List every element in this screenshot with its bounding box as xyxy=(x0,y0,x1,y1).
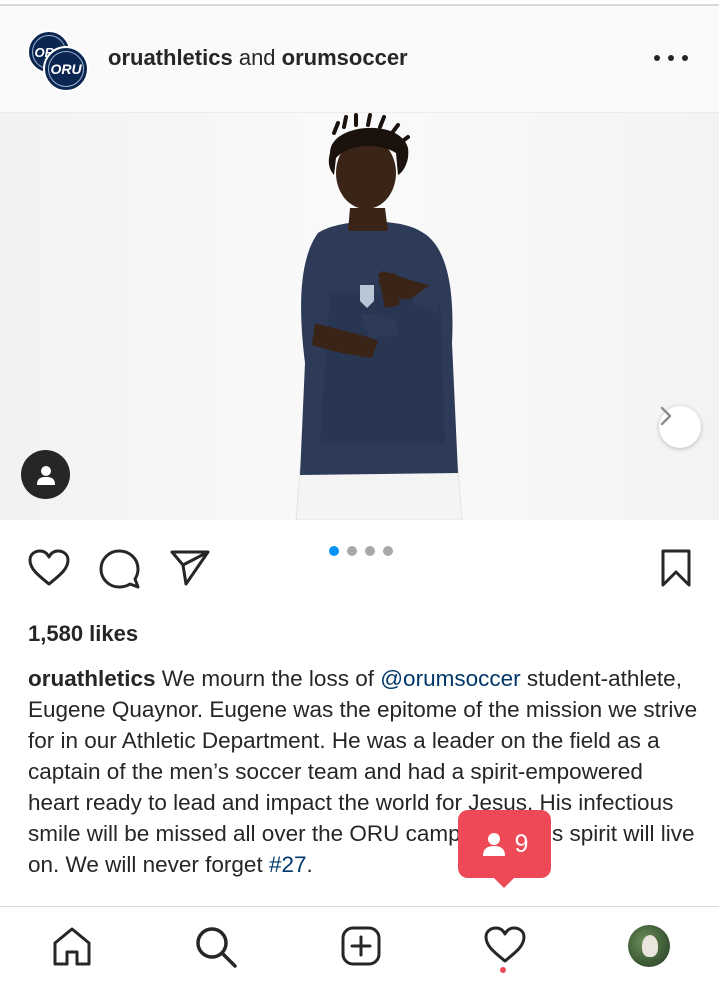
person-icon xyxy=(482,833,505,856)
activity-heart-icon xyxy=(484,926,526,963)
home-icon xyxy=(53,927,91,966)
post-image[interactable] xyxy=(0,113,719,520)
caption-username[interactable]: oruathletics xyxy=(28,666,156,691)
collab-avatars[interactable]: ORU ORU xyxy=(27,30,89,92)
carousel-dot xyxy=(365,546,375,556)
carousel-indicator xyxy=(329,546,393,556)
share-button[interactable] xyxy=(168,547,212,587)
post-caption: oruathletics We mourn the loss of @orums… xyxy=(28,663,698,880)
person-icon xyxy=(36,465,55,485)
caption-text: student-athlete, Eugene Quaynor. Eugene … xyxy=(28,666,698,877)
search-icon xyxy=(196,927,237,968)
nav-profile-avatar[interactable] xyxy=(628,925,670,967)
heart-icon xyxy=(28,549,70,586)
author-connector: and xyxy=(238,45,276,70)
post-authors: oruathletics and orumsoccer xyxy=(108,44,408,72)
chevron-right-icon xyxy=(660,406,672,426)
caption-mention[interactable]: @orumsoccer xyxy=(380,666,520,691)
save-button[interactable] xyxy=(656,547,696,589)
more-options-button[interactable] xyxy=(654,48,688,68)
notification-count: 9 xyxy=(514,829,529,858)
bookmark-icon xyxy=(661,549,691,587)
more-dot xyxy=(668,55,674,61)
caption-hashtag[interactable]: #27 xyxy=(269,852,307,877)
badge-pointer xyxy=(490,874,518,888)
send-icon xyxy=(170,550,210,586)
nav-home[interactable] xyxy=(50,924,94,968)
nav-activity[interactable] xyxy=(483,924,527,966)
carousel-dot-active xyxy=(329,546,339,556)
comment-button[interactable] xyxy=(97,547,141,591)
nav-search[interactable] xyxy=(193,924,239,970)
carousel-dot xyxy=(347,546,357,556)
new-post-icon xyxy=(341,926,381,966)
activity-indicator-dot xyxy=(500,967,506,973)
like-count[interactable]: 1,580 likes xyxy=(28,620,138,648)
carousel-dot xyxy=(383,546,393,556)
author-link-1[interactable]: oruathletics xyxy=(108,45,233,70)
nav-new-post[interactable] xyxy=(339,924,383,968)
carousel-next-button[interactable] xyxy=(659,406,701,448)
activity-notification-badge[interactable]: 9 xyxy=(458,810,551,878)
post-header: ORU ORU oruathletics and orumsoccer xyxy=(0,6,719,113)
author-link-2[interactable]: orumsoccer xyxy=(282,45,408,70)
avatar-orumsoccer[interactable]: ORU xyxy=(43,46,89,92)
caption-end: . xyxy=(306,852,313,877)
like-button[interactable] xyxy=(26,546,72,590)
player-illustration xyxy=(295,113,463,520)
tagged-people-button[interactable] xyxy=(21,450,70,499)
more-dot xyxy=(682,55,688,61)
caption-text: We mourn the loss of xyxy=(155,666,381,691)
comment-icon xyxy=(99,549,140,589)
more-dot xyxy=(654,55,660,61)
